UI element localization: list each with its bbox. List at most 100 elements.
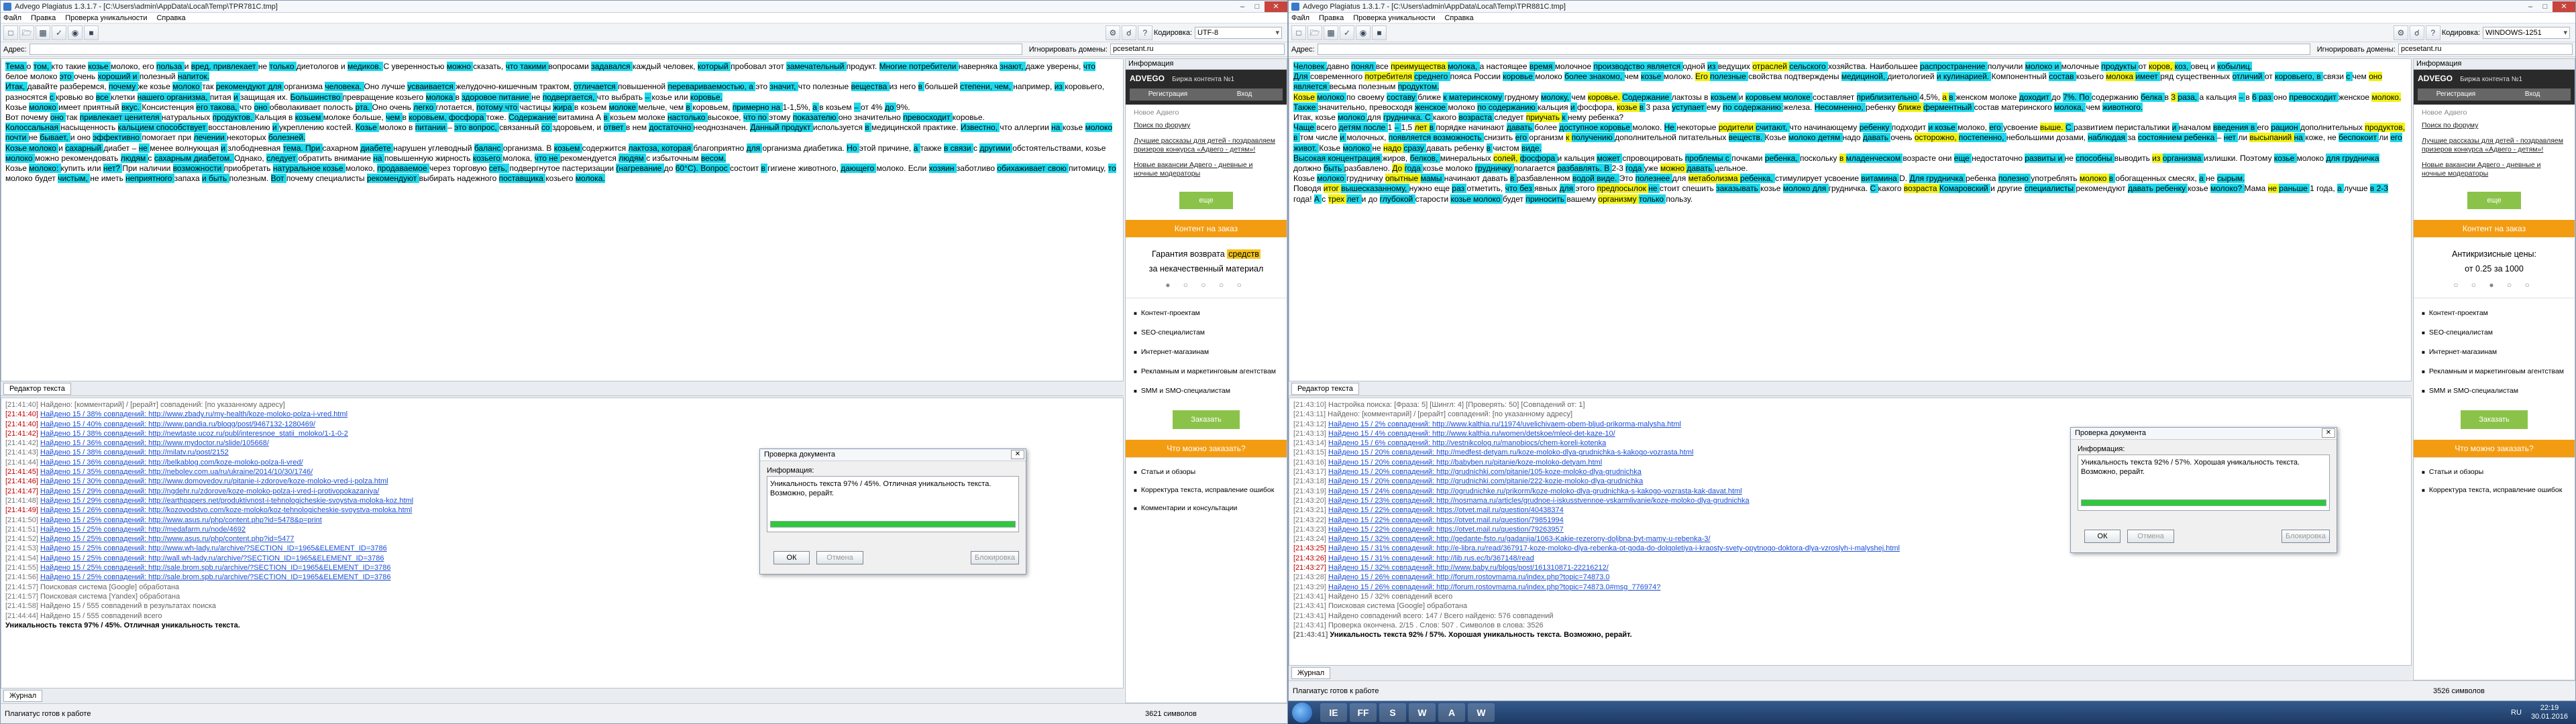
log-source-link[interactable]: http://gedante-fsto.ru/gadanija/1063-Kak…: [1436, 535, 1710, 543]
taskbar-app-word-icon[interactable]: W: [1468, 703, 1495, 722]
menu-help[interactable]: Справка: [156, 14, 185, 22]
clock[interactable]: 22:19 30.01.2016: [2531, 704, 2568, 721]
save-icon[interactable]: ▩: [1324, 25, 1338, 40]
log-source-link[interactable]: https://otvet.mail.ru/question/40438374: [1436, 506, 1564, 514]
login-button[interactable]: Вход: [1206, 88, 1283, 101]
dialog-block-button[interactable]: Блокировка: [2282, 530, 2330, 543]
log-source-link[interactable]: http://babyben.ru/pitanie/koze-moloko-de…: [1436, 459, 1602, 467]
register-button[interactable]: Регистрация: [1130, 88, 1206, 101]
log-source-link[interactable]: http://www.asus.ru/php/content.php?id=54…: [148, 535, 294, 543]
log-source-link[interactable]: http://www.baby.ru/blogs/post/161310871-…: [1436, 564, 1609, 572]
new-doc-icon[interactable]: □: [1291, 25, 1306, 40]
address-input[interactable]: [29, 44, 1022, 55]
minimize-button[interactable]: –: [2523, 1, 2538, 12]
news-link-forum[interactable]: Поиск по форуму: [1134, 121, 1279, 130]
maximize-button[interactable]: □: [2538, 1, 2553, 12]
log-source-link[interactable]: http://wall.wh-lady.ru/archive/?SECTION_…: [148, 554, 384, 562]
log-source-link[interactable]: http://grudnichki.com/pitanie/222-kozie-…: [1436, 477, 1643, 485]
taskbar-app-firefox-icon[interactable]: FF: [1350, 703, 1377, 722]
encoding-select[interactable]: UTF-8: [1195, 26, 1282, 39]
menu-file[interactable]: Файл: [1291, 14, 1309, 22]
help-icon[interactable]: ?: [2425, 25, 2440, 40]
register-button[interactable]: Регистрация: [2418, 88, 2494, 101]
taskbar-app-ie-icon[interactable]: IE: [1320, 703, 1347, 722]
ignore-domains-input[interactable]: pcesetant.ru: [1110, 44, 1285, 55]
more-button[interactable]: еще: [1179, 192, 1233, 209]
web-check-icon[interactable]: ◉: [1356, 25, 1371, 40]
what-to-order-bar[interactable]: Что можно заказать?: [1126, 440, 1287, 457]
log-source-link[interactable]: http://www.zbady.ru/my-health/koze-molok…: [148, 410, 347, 418]
menu-file[interactable]: Файл: [3, 14, 21, 22]
login-button[interactable]: Вход: [2494, 88, 2571, 101]
log-source-link[interactable]: http://www.domovedov.ru/pitanie-i-zdorov…: [148, 477, 388, 485]
log-source-link[interactable]: http://medfest-detyam.ru/koze-moloko-dly…: [1436, 448, 1693, 457]
taskbar-app-plagiatus-icon[interactable]: A: [1438, 703, 1465, 722]
log-source-link[interactable]: http://grudnichki.com/pitanie/105-koze-m…: [1436, 468, 1642, 476]
open-folder-icon[interactable]: 🗁: [1307, 25, 1322, 40]
lock-icon[interactable]: ☌: [1121, 25, 1136, 40]
encoding-select[interactable]: WINDOWS-1251: [2483, 26, 2570, 39]
menu-edit[interactable]: Правка: [31, 14, 56, 22]
dialog-title[interactable]: Проверка документа ✕: [2071, 428, 2337, 440]
language-indicator[interactable]: RU: [2511, 709, 2522, 717]
order-type-item[interactable]: Корректура текста, исправление ошибок: [1134, 481, 1279, 499]
tab-journal[interactable]: Журнал: [1291, 667, 1331, 679]
log-source-link[interactable]: http://ngdehr.ru/zdorove/koze-moloko-pol…: [148, 487, 379, 495]
text-editor[interactable]: Тема о том, кто такие козье молоко, его …: [1, 58, 1124, 381]
start-button-icon[interactable]: [1292, 703, 1312, 723]
log-source-link[interactable]: http://www.wh-lady.ru/archive/?SECTION_I…: [148, 544, 387, 552]
help-icon[interactable]: ?: [1137, 25, 1152, 40]
news-link-forum[interactable]: Поиск по форуму: [2422, 121, 2567, 130]
log-source-link[interactable]: http://nebolev.com.ua/ru/ukraine/2014/10…: [148, 468, 313, 476]
stop-icon[interactable]: ■: [84, 25, 99, 40]
lock-icon[interactable]: ☌: [2409, 25, 2424, 40]
settings-icon[interactable]: ⚙: [2393, 25, 2408, 40]
news-link-contest[interactable]: Лучшие рассказы для детей - поздравляем …: [1134, 137, 1279, 154]
log-source-link[interactable]: http://lib.rus.ec/b/367148/read: [1436, 554, 1534, 562]
carousel-dots[interactable]: ○ ○ ● ○ ○: [2414, 280, 2575, 290]
log-source-link[interactable]: http://forum.rostovmama.ru/index.php?top…: [1436, 573, 1609, 581]
dialog-ok-button[interactable]: ОК: [773, 551, 810, 564]
log-source-link[interactable]: https://otvet.mail.ru/question/79263957: [1436, 526, 1564, 534]
taskbar-app-explorer-icon[interactable]: W: [1409, 703, 1436, 722]
log-source-link[interactable]: http://milatv.ru/post/2152: [148, 448, 229, 457]
log-source-link[interactable]: http://vestnikcolog.ru/manobiocs/chem-ko…: [1432, 439, 1606, 447]
text-editor[interactable]: Человек давно понял все преимущества мол…: [1289, 58, 2412, 381]
log-source-link[interactable]: http://sale.brom.spb.ru/archive/?SECTION…: [148, 564, 390, 572]
order-button[interactable]: Заказать: [1173, 410, 1240, 429]
ignore-domains-input[interactable]: pcesetant.ru: [2398, 44, 2573, 55]
news-link-vacancies[interactable]: Новые вакансии Адвего - дневные и ночные…: [2422, 161, 2567, 178]
menu-check[interactable]: Проверка уникальности: [65, 14, 147, 22]
news-link-contest[interactable]: Лучшие рассказы для детей - поздравляем …: [2422, 137, 2567, 154]
order-type-item[interactable]: Статьи и обзоры: [2422, 463, 2567, 481]
minimize-button[interactable]: –: [1235, 1, 1250, 12]
log-source-link[interactable]: http://newtaste.ucoz.ru/publ/interesnoe_…: [148, 430, 348, 438]
log-source-link[interactable]: http://www.kalthia.ru/11974/uvelichivaem…: [1432, 420, 1681, 428]
carousel-dots[interactable]: ● ○ ○ ○ ○: [1126, 280, 1287, 290]
what-to-order-bar[interactable]: Что можно заказать?: [2414, 440, 2575, 457]
log-source-link[interactable]: http://e-libra.ru/read/367917-koze-molok…: [1436, 544, 1900, 552]
order-content-bar[interactable]: Контент на заказ: [2414, 220, 2575, 237]
log-source-link[interactable]: http://www.kalthia.ru/women/detskoe/mleo…: [1432, 430, 1615, 438]
tab-text-editor[interactable]: Редактор текста: [1291, 383, 1359, 395]
log-source-link[interactable]: http://sale.brom.spb.ru/archive/?SECTION…: [148, 573, 390, 581]
settings-icon[interactable]: ⚙: [1105, 25, 1120, 40]
maximize-button[interactable]: □: [1250, 1, 1265, 12]
log-source-link[interactable]: http://forum.rostovmama.ru/index.php?top…: [1436, 583, 1660, 591]
order-type-item[interactable]: Статьи и обзоры: [1134, 463, 1279, 481]
dialog-close-icon[interactable]: ✕: [1011, 450, 1024, 459]
menu-help[interactable]: Справка: [1444, 14, 1473, 22]
close-button[interactable]: ✕: [1265, 1, 1287, 12]
log-source-link[interactable]: http://www.asus.ru/php/content.php?id=54…: [148, 516, 322, 524]
order-button[interactable]: Заказать: [2461, 410, 2528, 429]
title-bar[interactable]: Advego Plagiatus 1.3.1.7 - [C:\Users\adm…: [1289, 1, 2575, 13]
log-source-link[interactable]: http://ogrudnichke.ru/prikorm/koze-molok…: [1436, 487, 1741, 495]
order-type-item[interactable]: Корректура текста, исправление ошибок: [2422, 481, 2567, 499]
tab-text-editor[interactable]: Редактор текста: [3, 383, 71, 395]
menu-check[interactable]: Проверка уникальности: [1353, 14, 1435, 22]
new-doc-icon[interactable]: □: [3, 25, 18, 40]
order-content-bar[interactable]: Контент на заказ: [1126, 220, 1287, 237]
stop-icon[interactable]: ■: [1372, 25, 1387, 40]
dialog-ok-button[interactable]: ОК: [2084, 530, 2121, 543]
check-icon[interactable]: ✓: [52, 25, 66, 40]
